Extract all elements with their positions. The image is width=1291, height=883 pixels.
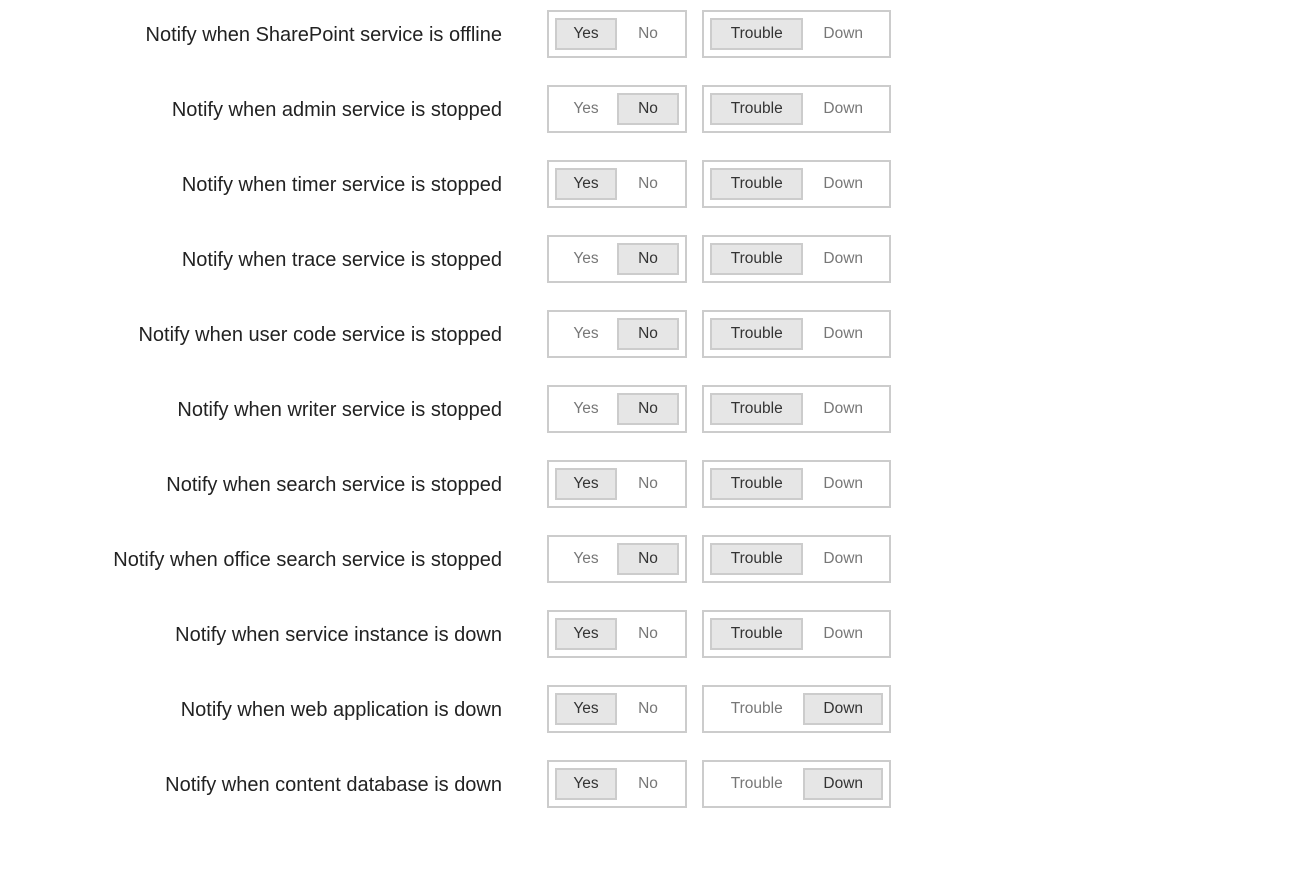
setting-label: Notify when search service is stopped [166, 474, 502, 496]
notify-yes-button[interactable]: Yes [555, 168, 617, 200]
severity-toggle-group: Trouble Down [702, 685, 891, 733]
notify-toggle-group: Yes No [547, 10, 687, 58]
notify-toggle-group: Yes No [547, 160, 687, 208]
notify-yes-button[interactable]: Yes [555, 93, 617, 125]
notify-no-button[interactable]: No [617, 243, 679, 275]
notification-setting-row-5: Notify when writer service is stopped Ye… [0, 385, 1291, 460]
severity-toggle-group: Trouble Down [702, 235, 891, 283]
notification-setting-row-9: Notify when web application is down Yes … [0, 685, 1291, 760]
notify-toggle-group: Yes No [547, 535, 687, 583]
notify-toggle-group: Yes No [547, 310, 687, 358]
notification-setting-row-7: Notify when office search service is sto… [0, 535, 1291, 610]
severity-down-button[interactable]: Down [803, 318, 883, 350]
severity-trouble-button[interactable]: Trouble [710, 543, 804, 575]
severity-trouble-button[interactable]: Trouble [710, 243, 804, 275]
notify-toggle-group: Yes No [547, 385, 687, 433]
notify-yes-button[interactable]: Yes [555, 468, 617, 500]
notify-yes-button[interactable]: Yes [555, 18, 617, 50]
notification-settings-list: Notify when SharePoint service is offlin… [0, 10, 1291, 835]
severity-down-button[interactable]: Down [803, 393, 883, 425]
severity-toggle-group: Trouble Down [702, 460, 891, 508]
notification-setting-row-1: Notify when admin service is stopped Yes… [0, 85, 1291, 160]
notify-yes-button[interactable]: Yes [555, 768, 617, 800]
notify-yes-button[interactable]: Yes [555, 543, 617, 575]
notification-setting-row-6: Notify when search service is stopped Ye… [0, 460, 1291, 535]
severity-down-button[interactable]: Down [803, 18, 883, 50]
notify-yes-button[interactable]: Yes [555, 243, 617, 275]
severity-toggle-group: Trouble Down [702, 760, 891, 808]
setting-label: Notify when SharePoint service is offlin… [145, 24, 502, 46]
setting-label: Notify when web application is down [180, 699, 502, 721]
severity-trouble-button[interactable]: Trouble [710, 18, 804, 50]
notify-yes-button[interactable]: Yes [555, 393, 617, 425]
notify-no-button[interactable]: No [617, 18, 679, 50]
notification-setting-row-3: Notify when trace service is stopped Yes… [0, 235, 1291, 310]
severity-trouble-button[interactable]: Trouble [710, 468, 804, 500]
notify-no-button[interactable]: No [617, 618, 679, 650]
notify-yes-button[interactable]: Yes [555, 318, 617, 350]
notification-setting-row-2: Notify when timer service is stopped Yes… [0, 160, 1291, 235]
setting-label: Notify when writer service is stopped [177, 399, 502, 421]
setting-label: Notify when timer service is stopped [181, 174, 502, 196]
severity-trouble-button[interactable]: Trouble [710, 618, 804, 650]
notify-no-button[interactable]: No [617, 393, 679, 425]
severity-down-button[interactable]: Down [803, 543, 883, 575]
severity-down-button[interactable]: Down [803, 168, 883, 200]
notify-yes-button[interactable]: Yes [555, 693, 617, 725]
severity-trouble-button[interactable]: Trouble [710, 768, 803, 800]
notify-no-button[interactable]: No [617, 168, 679, 200]
setting-label: Notify when user code service is stopped [138, 324, 502, 346]
severity-toggle-group: Trouble Down [702, 310, 891, 358]
notify-no-button[interactable]: No [617, 768, 679, 800]
severity-trouble-button[interactable]: Trouble [710, 693, 803, 725]
setting-label: Notify when content database is down [165, 774, 502, 796]
severity-down-button[interactable]: Down [803, 618, 883, 650]
notify-no-button[interactable]: No [617, 93, 679, 125]
setting-label: Notify when admin service is stopped [171, 99, 502, 121]
notification-setting-row-8: Notify when service instance is down Yes… [0, 610, 1291, 685]
notify-no-button[interactable]: No [617, 318, 679, 350]
severity-toggle-group: Trouble Down [702, 160, 891, 208]
severity-down-button[interactable]: Down [803, 243, 883, 275]
severity-down-button[interactable]: Down [803, 468, 883, 500]
severity-trouble-button[interactable]: Trouble [710, 93, 804, 125]
notification-setting-row-0: Notify when SharePoint service is offlin… [0, 10, 1291, 85]
notify-yes-button[interactable]: Yes [555, 618, 617, 650]
severity-down-button[interactable]: Down [803, 93, 883, 125]
setting-label: Notify when office search service is sto… [113, 549, 502, 571]
notification-setting-row-10: Notify when content database is down Yes… [0, 760, 1291, 835]
notify-toggle-group: Yes No [547, 460, 687, 508]
severity-down-button[interactable]: Down [803, 768, 883, 800]
severity-toggle-group: Trouble Down [702, 535, 891, 583]
severity-toggle-group: Trouble Down [702, 10, 891, 58]
severity-toggle-group: Trouble Down [702, 385, 891, 433]
setting-label: Notify when service instance is down [175, 624, 502, 646]
severity-toggle-group: Trouble Down [702, 610, 891, 658]
notify-no-button[interactable]: No [617, 543, 679, 575]
setting-label: Notify when trace service is stopped [181, 249, 502, 271]
notify-toggle-group: Yes No [547, 685, 687, 733]
notify-no-button[interactable]: No [617, 693, 679, 725]
notify-toggle-group: Yes No [547, 85, 687, 133]
severity-trouble-button[interactable]: Trouble [710, 168, 804, 200]
severity-toggle-group: Trouble Down [702, 85, 891, 133]
notify-toggle-group: Yes No [547, 235, 687, 283]
severity-trouble-button[interactable]: Trouble [710, 393, 804, 425]
notification-setting-row-4: Notify when user code service is stopped… [0, 310, 1291, 385]
severity-trouble-button[interactable]: Trouble [710, 318, 804, 350]
notify-toggle-group: Yes No [547, 760, 687, 808]
severity-down-button[interactable]: Down [803, 693, 883, 725]
notify-toggle-group: Yes No [547, 610, 687, 658]
notify-no-button[interactable]: No [617, 468, 679, 500]
